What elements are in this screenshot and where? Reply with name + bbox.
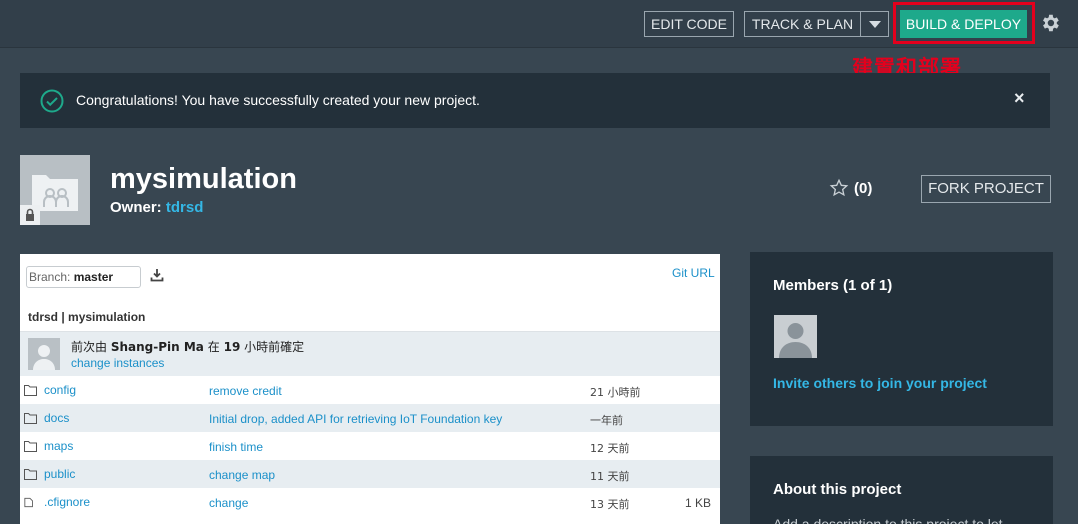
file-name[interactable]: .cfignore xyxy=(44,495,90,509)
file-age: 21 小時前 xyxy=(590,386,641,399)
file-row[interactable]: docs Initial drop, added API for retriev… xyxy=(20,404,720,432)
file-commit-message[interactable]: finish time xyxy=(209,440,263,454)
file-name[interactable]: public xyxy=(44,467,75,481)
download-icon[interactable] xyxy=(150,268,164,282)
track-plan-divider xyxy=(860,12,861,36)
file-name[interactable]: docs xyxy=(44,411,69,425)
repository-panel: Branch: master Git URL tdrsd | mysimulat… xyxy=(20,254,720,524)
file-age: 13 天前 xyxy=(590,498,630,511)
owner-label: Owner: xyxy=(110,199,162,216)
close-icon[interactable]: × xyxy=(1014,88,1025,109)
about-description[interactable]: Add a description to this project to let xyxy=(773,516,1003,524)
file-row[interactable]: .cfignore change 13 天前 1 KB xyxy=(20,488,720,516)
star-count: (0) xyxy=(854,180,873,197)
file-row[interactable]: public change map 11 天前 xyxy=(20,460,720,488)
file-age: 一年前 xyxy=(590,414,623,427)
folder-icon xyxy=(24,469,37,480)
project-title: mysimulation xyxy=(110,163,297,195)
file-age: 12 天前 xyxy=(590,442,630,455)
commit-middle: 在 xyxy=(207,340,220,354)
file-size: 1 KB xyxy=(685,496,712,510)
commit-prefix: 前次由 xyxy=(71,340,108,354)
commit-suffix: 小時前確定 xyxy=(244,340,305,354)
file-row[interactable]: maps finish time 12 天前 xyxy=(20,432,720,460)
build-deploy-button[interactable]: BUILD & DEPLOY xyxy=(900,10,1027,38)
avatar xyxy=(28,338,60,370)
commit-summary: 前次由 Shang-Pin Ma 在 19 小時前確定 xyxy=(71,338,304,355)
members-title: Members (1 of 1) xyxy=(773,277,893,294)
folder-icon xyxy=(24,441,37,452)
branch-selector[interactable]: Branch: master xyxy=(26,266,141,288)
repo-path: tdrsd | mysimulation xyxy=(28,310,146,324)
track-plan-label[interactable]: TRACK & PLAN xyxy=(745,12,860,36)
commit-hours: 19 xyxy=(223,340,241,354)
edit-code-button[interactable]: EDIT CODE xyxy=(644,11,734,37)
chevron-down-icon[interactable] xyxy=(869,21,881,28)
file-age: 11 天前 xyxy=(590,470,630,483)
check-circle-icon xyxy=(40,89,64,113)
owner-link[interactable]: tdrsd xyxy=(166,199,204,216)
about-panel: About this project Add a description to … xyxy=(750,456,1053,524)
git-url-link[interactable]: Git URL xyxy=(672,266,715,280)
file-commit-message[interactable]: Initial drop, added API for retrieving I… xyxy=(209,412,502,426)
project-owner: Owner: tdrsd xyxy=(110,199,203,216)
success-notice: Congratulations! You have successfully c… xyxy=(20,73,1050,128)
commit-message-link[interactable]: change instances xyxy=(71,356,164,370)
folder-icon xyxy=(24,413,37,424)
folder-icon xyxy=(24,385,37,396)
project-avatar xyxy=(20,155,90,225)
about-title: About this project xyxy=(773,481,902,498)
gear-icon[interactable] xyxy=(1039,12,1061,34)
file-icon xyxy=(24,497,33,508)
star-icon[interactable] xyxy=(829,178,849,198)
file-row[interactable]: config remove credit 21 小時前 xyxy=(20,376,720,404)
branch-label: Branch: xyxy=(29,270,71,284)
file-commit-message[interactable]: change map xyxy=(209,468,275,482)
invite-link[interactable]: Invite others to join your project xyxy=(773,375,987,391)
last-commit-row: 前次由 Shang-Pin Ma 在 19 小時前確定 change insta… xyxy=(20,332,720,376)
avatar[interactable] xyxy=(774,315,817,358)
notice-message: Congratulations! You have successfully c… xyxy=(76,92,480,108)
top-bar: EDIT CODE TRACK & PLAN BUILD & DEPLOY xyxy=(0,0,1078,48)
file-name[interactable]: maps xyxy=(44,439,73,453)
commit-author: Shang-Pin Ma xyxy=(110,340,204,354)
file-commit-message[interactable]: remove credit xyxy=(209,384,282,398)
file-commit-message[interactable]: change xyxy=(209,496,248,510)
branch-name: master xyxy=(73,270,114,284)
fork-project-button[interactable]: FORK PROJECT xyxy=(921,175,1051,203)
track-plan-button[interactable]: TRACK & PLAN xyxy=(744,11,889,37)
members-panel: Members (1 of 1) Invite others to join y… xyxy=(750,252,1053,426)
lock-icon xyxy=(20,205,40,225)
file-name[interactable]: config xyxy=(44,383,76,397)
